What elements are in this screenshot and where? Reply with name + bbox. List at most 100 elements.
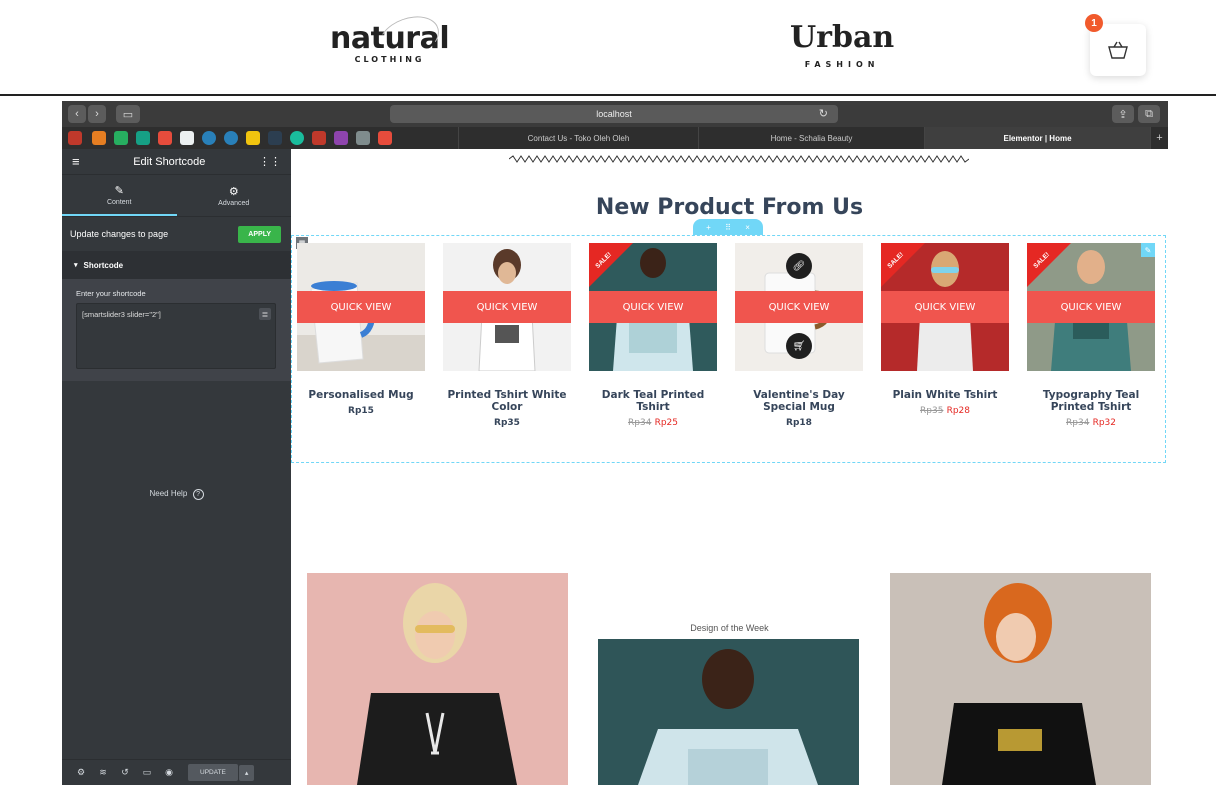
page-preview: New Product From Us + ⠿ × ▦ — [291, 149, 1168, 785]
reload-icon[interactable]: ↻ — [819, 107, 828, 120]
update-button[interactable]: UPDATE — [188, 764, 238, 781]
bookmark-icon[interactable] — [224, 131, 238, 145]
product-card[interactable]: SALE! QUICK VIEW Dark Teal Printed Tshir… — [589, 243, 717, 428]
history-icon[interactable]: ↺ — [114, 767, 136, 778]
product-image[interactable]: QUICK VIEW — [297, 243, 425, 371]
need-help-text: Need Help — [149, 489, 188, 498]
quick-view-button[interactable]: QUICK VIEW — [881, 291, 1009, 323]
chevron-right-icon: › — [95, 108, 99, 120]
back-button[interactable]: ‹ — [68, 105, 86, 123]
address-bar[interactable]: localhost ↻ — [390, 105, 838, 123]
urban-fashion-logo[interactable]: Urban FASHION — [790, 20, 895, 70]
tab-label: Elementor | Home — [1003, 133, 1072, 143]
quick-view-button[interactable]: QUICK VIEW — [297, 291, 425, 323]
navigator-icon[interactable]: ≋ — [92, 767, 114, 778]
featured-image-center[interactable] — [598, 639, 859, 785]
bookmark-icon[interactable] — [114, 131, 128, 145]
add-to-cart-icon[interactable]: 🛒︎ — [786, 333, 812, 359]
new-tab-button[interactable]: + — [1150, 127, 1168, 149]
product-card[interactable]: SALE! QUICK VIEW Plain White Tshirt Rp35… — [881, 243, 1009, 416]
bookmark-icon[interactable] — [334, 131, 348, 145]
product-name[interactable]: Valentine's Day Special Mug — [735, 389, 863, 413]
quick-view-button[interactable]: QUICK VIEW — [1027, 291, 1155, 323]
product-price: Rp34 Rp25 — [589, 418, 717, 428]
shortcode-section-body: Enter your shortcode [smartslider3 slide… — [62, 279, 291, 381]
bookmark-icon[interactable] — [180, 131, 194, 145]
product-card[interactable]: QUICK VIEW Personalised Mug Rp15 — [297, 243, 425, 416]
quick-view-button[interactable]: QUICK VIEW — [589, 291, 717, 323]
link-icon[interactable]: 🔗︎ — [786, 253, 812, 279]
edit-pencil-icon[interactable]: ✎ — [1141, 243, 1155, 257]
logo-urban-subtext: FASHION — [804, 60, 880, 69]
bookmark-icon[interactable] — [268, 131, 282, 145]
youtube-icon[interactable] — [378, 131, 392, 145]
bookmark-icon[interactable] — [356, 131, 370, 145]
bookmarks-bar: Contact Us - Toko Oleh Oleh Home - Schal… — [62, 127, 1168, 149]
featured-image-left[interactable] — [307, 573, 568, 785]
browser-tab[interactable]: Home - Schalia Beauty — [698, 127, 924, 149]
settings-icon[interactable]: ⚙ — [70, 767, 92, 778]
browser-tab[interactable]: Contact Us - Toko Oleh Oleh — [458, 127, 698, 149]
shortcode-section-toggle[interactable]: ▾ Shortcode — [62, 251, 291, 279]
bookmark-icon[interactable] — [68, 131, 82, 145]
section-label: Shortcode — [83, 260, 124, 270]
gear-icon: ⚙ — [228, 185, 239, 198]
product-name[interactable]: Personalised Mug — [297, 389, 425, 401]
featured-image-right[interactable] — [890, 573, 1151, 785]
product-image[interactable]: SALE! QUICK VIEW — [881, 243, 1009, 371]
apply-button[interactable]: APPLY — [238, 225, 281, 243]
product-image[interactable]: QUICK VIEW — [443, 243, 571, 371]
need-help-link[interactable]: Need Help ? — [62, 489, 291, 500]
product-price: Rp35 — [443, 418, 571, 428]
preview-eye-icon[interactable]: ◉ — [158, 767, 180, 778]
update-options-chevron-icon[interactable]: ▴ — [238, 764, 255, 781]
price-sale: Rp25 — [654, 418, 678, 428]
tabs-icon: ⧉ — [1145, 107, 1153, 120]
section-heading[interactable]: New Product From Us — [291, 195, 1168, 220]
product-name[interactable]: Plain White Tshirt — [881, 389, 1009, 401]
forward-button[interactable]: › — [88, 105, 106, 123]
tab-content[interactable]: ✎ Content — [62, 175, 177, 216]
quick-view-button[interactable]: QUICK VIEW — [735, 291, 863, 323]
product-name[interactable]: Dark Teal Printed Tshirt — [589, 389, 717, 413]
bookmark-icon[interactable] — [312, 131, 326, 145]
hamburger-menu-icon[interactable]: ≡ — [72, 154, 80, 169]
elementor-panel: ≡ Edit Shortcode ⋮⋮ ✎ Content ⚙ Advanced… — [62, 149, 291, 785]
browser-toolbar: ‹ › ▭ localhost ↻ ⇪ ⧉ — [62, 101, 1168, 127]
sidebar-toggle-button[interactable]: ▭ — [116, 105, 140, 123]
bookmark-icon[interactable] — [158, 131, 172, 145]
tabs-overview-button[interactable]: ⧉ — [1138, 105, 1160, 123]
product-card[interactable]: 🔗︎ QUICK VIEW 🛒︎ Valentine's Day Special… — [735, 243, 863, 428]
logo-urban-text: Urban — [790, 20, 895, 55]
product-image[interactable]: SALE! ✎ QUICK VIEW — [1027, 243, 1155, 371]
cart-button[interactable] — [1090, 24, 1146, 76]
share-button[interactable]: ⇪ — [1112, 105, 1134, 123]
drag-handle-icon: ⠿ — [725, 222, 731, 232]
product-image[interactable]: SALE! QUICK VIEW — [589, 243, 717, 371]
bookmark-icon[interactable] — [202, 131, 216, 145]
widgets-grid-icon[interactable]: ⋮⋮ — [259, 155, 281, 168]
decorative-zigzag-divider — [509, 155, 969, 163]
section-handle[interactable]: + ⠿ × — [693, 219, 763, 235]
product-name[interactable]: Typography Teal Printed Tshirt — [1027, 389, 1155, 413]
natural-clothing-logo[interactable]: natural CLOTHING — [330, 8, 450, 68]
product-name[interactable]: Printed Tshirt White Color — [443, 389, 571, 413]
tab-advanced[interactable]: ⚙ Advanced — [177, 175, 292, 216]
bookmark-icon[interactable] — [136, 131, 150, 145]
responsive-mode-icon[interactable]: ▭ — [136, 767, 158, 778]
product-price: Rp34 Rp32 — [1027, 418, 1155, 428]
browser-tab-active[interactable]: Elementor | Home — [924, 127, 1150, 149]
panel-title: Edit Shortcode — [133, 155, 206, 168]
price-current: Rp35 — [494, 418, 520, 428]
product-image[interactable]: 🔗︎ QUICK VIEW 🛒︎ — [735, 243, 863, 371]
bookmark-icon[interactable] — [246, 131, 260, 145]
bookmark-icon[interactable] — [290, 131, 304, 145]
quick-view-button[interactable]: QUICK VIEW — [443, 291, 571, 323]
skeleton-tshirt-model-image — [307, 573, 568, 785]
dynamic-tags-icon[interactable]: ≣ — [259, 308, 271, 320]
bookmark-icon[interactable] — [92, 131, 106, 145]
product-card[interactable]: QUICK VIEW Printed Tshirt White Color Rp… — [443, 243, 571, 428]
product-card[interactable]: SALE! ✎ QUICK VIEW Typography Teal Print… — [1027, 243, 1155, 428]
black-tshirt-model-image — [890, 573, 1151, 785]
shortcode-textarea[interactable]: [smartslider3 slider="2"] ≣ — [76, 303, 276, 369]
